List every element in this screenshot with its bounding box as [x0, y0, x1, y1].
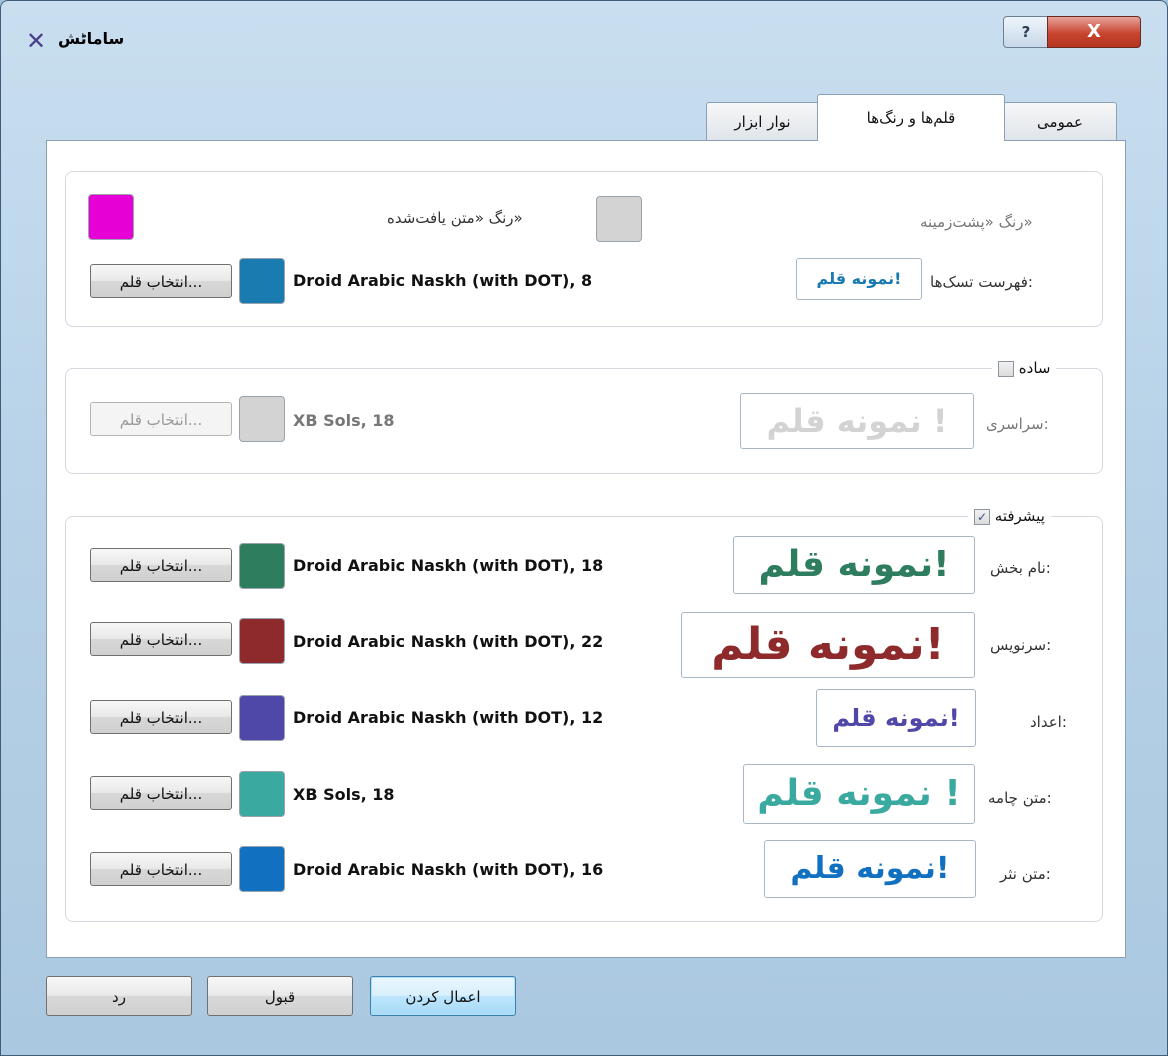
cancel-button[interactable]: رد — [46, 976, 192, 1016]
section-name-choose-font-button[interactable]: انتخاب قلم... — [90, 548, 232, 582]
tasklist-color-swatch[interactable] — [239, 258, 285, 304]
prose-choose-font-button[interactable]: انتخاب قلم... — [90, 852, 232, 886]
ok-button[interactable]: قبول — [207, 976, 353, 1016]
global-font-name: XB Sols, 18 — [293, 411, 395, 430]
tasklist-font-sample: نمونه قلم! — [796, 258, 922, 300]
close-icon: X — [1087, 21, 1101, 42]
advanced-checkbox[interactable]: ✓ — [974, 508, 990, 525]
tab-fonts-colors-label: قلم‌ها و رنگ‌ها — [866, 109, 956, 127]
colors-group — [65, 171, 1103, 327]
poetry-label: متن چامه: — [988, 789, 1052, 807]
settings-dialog: ✕ ساماٹش ? X عمومی قلم‌ها و رنگ‌ها نوار … — [0, 0, 1168, 1056]
close-button[interactable]: X — [1047, 16, 1141, 48]
heading-font-name: Droid Arabic Naskh (with DOT), 22 — [293, 632, 604, 651]
poetry-font-sample: نمونه قلم ! — [743, 764, 975, 824]
prose-color-swatch[interactable] — [239, 846, 285, 892]
heading-choose-font-button[interactable]: انتخاب قلم... — [90, 622, 232, 656]
prose-font-sample: نمونه قلم! — [764, 840, 976, 898]
background-color-label: رنگ «پشت‌زمینه» — [920, 213, 1033, 231]
tab-general-label: عمومی — [1037, 113, 1083, 131]
simple-checkbox[interactable] — [998, 360, 1014, 377]
section-name-font-sample: نمونه قلم! — [733, 536, 975, 594]
app-icon: ✕ — [25, 27, 47, 55]
title-bar: ✕ ساماٹش ? X — [0, 0, 1168, 80]
numbers-font-sample: نمونه قلم! — [816, 689, 976, 747]
accent-color-swatch[interactable] — [88, 194, 134, 240]
window-title: ساماٹش — [58, 29, 125, 48]
poetry-choose-font-button[interactable]: انتخاب قلم... — [90, 776, 232, 810]
tasklist-label: فهرست تسک‌ها: — [930, 273, 1033, 291]
numbers-color-swatch[interactable] — [239, 695, 285, 741]
tab-toolbar[interactable]: نوار ابزار — [706, 102, 819, 141]
tasklist-choose-font-button[interactable]: انتخاب قلم... — [90, 264, 232, 298]
tab-general[interactable]: عمومی — [1003, 102, 1117, 141]
help-button[interactable]: ? — [1003, 16, 1049, 48]
section-name-label: نام بخش: — [990, 559, 1051, 577]
tasklist-font-name: Droid Arabic Naskh (with DOT), 8 — [293, 271, 593, 290]
found-text-color-label: رنگ «متن یافت‌شده» — [387, 209, 523, 227]
simple-group-title: ساده — [1018, 359, 1051, 377]
global-choose-font-button[interactable]: انتخاب قلم... — [90, 402, 232, 436]
global-font-sample: نمونه قلم ! — [740, 393, 974, 449]
found-text-color-swatch[interactable] — [596, 196, 642, 242]
simple-group-header: ساده — [992, 358, 1057, 378]
tab-toolbar-label: نوار ابزار — [734, 113, 791, 131]
numbers-label: اعداد: — [1030, 713, 1067, 731]
numbers-font-name: Droid Arabic Naskh (with DOT), 12 — [293, 708, 604, 727]
numbers-choose-font-button[interactable]: انتخاب قلم... — [90, 700, 232, 734]
advanced-group-title: پیشرفته — [994, 507, 1045, 525]
poetry-font-name: XB Sols, 18 — [293, 785, 395, 804]
poetry-color-swatch[interactable] — [239, 771, 285, 817]
global-label: سراسری: — [986, 415, 1049, 433]
heading-label: سرنویس: — [990, 636, 1052, 654]
heading-font-sample: نمونه قلم! — [681, 612, 975, 678]
global-color-swatch[interactable] — [239, 396, 285, 442]
section-name-color-swatch[interactable] — [239, 543, 285, 589]
tab-fonts-colors[interactable]: قلم‌ها و رنگ‌ها — [817, 94, 1005, 141]
prose-label: متن نثر: — [1000, 865, 1051, 883]
section-name-font-name: Droid Arabic Naskh (with DOT), 18 — [293, 556, 604, 575]
advanced-group-header: ✓ پیشرفته — [968, 506, 1051, 526]
heading-color-swatch[interactable] — [239, 618, 285, 664]
prose-font-name: Droid Arabic Naskh (with DOT), 16 — [293, 860, 604, 879]
apply-button[interactable]: اعمال کردن — [370, 976, 516, 1016]
